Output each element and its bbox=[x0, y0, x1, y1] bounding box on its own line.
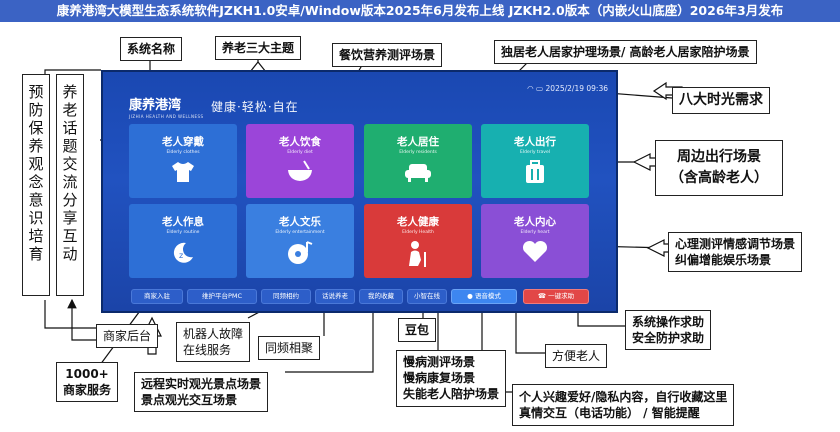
tile-elderly-heart[interactable]: 老人内心 Elderly heart bbox=[481, 204, 589, 278]
title-banner: 康养港湾大模型生态系统软件JZKH1.0安卓/Window版本2025年6月发布… bbox=[0, 0, 840, 22]
chat-topics-button[interactable]: 话说养老 bbox=[315, 289, 355, 304]
luggage-icon bbox=[526, 160, 544, 183]
callout-merchants: 1000+ 商家服务 bbox=[56, 362, 119, 403]
elder-person-icon bbox=[409, 241, 426, 267]
music-disc-icon bbox=[288, 241, 313, 264]
favorites-button[interactable]: 我的收藏 bbox=[359, 289, 403, 304]
callout-residence: 独居老人居家护理场景/ 高龄老人居家陪护场景 bbox=[494, 40, 757, 65]
shirt-icon bbox=[172, 162, 194, 182]
sos-button[interactable]: ☎ 一键求助 bbox=[523, 289, 589, 304]
callout-system-name: 系统名称 bbox=[120, 37, 183, 62]
tile-elderly-routine[interactable]: 老人作息 Elderly routine z bbox=[129, 204, 237, 278]
robot-maintenance-button[interactable]: 维护平台PMC bbox=[187, 289, 257, 304]
phone-icon: ☎ bbox=[537, 292, 549, 300]
callout-sos: 系统操作求助 安全防护求助 bbox=[625, 310, 712, 351]
callout-eight-hours: 八大时光需求 bbox=[672, 87, 770, 114]
callout-travel: 周边出行场景 （含高龄老人） bbox=[655, 140, 783, 196]
app-logo: 康养港湾 JIZHIA HEALTH AND WELLNESS bbox=[129, 98, 204, 119]
tile-elderly-health[interactable]: 老人健康 Elderly Health bbox=[364, 204, 472, 278]
tile-elderly-clothes[interactable]: 老人穿戴 Elderly clothes bbox=[129, 124, 237, 198]
tile-elderly-residence[interactable]: 老人居住 Elderly residents bbox=[364, 124, 472, 198]
microphone-icon: ● bbox=[467, 292, 475, 300]
svg-text:z: z bbox=[179, 251, 183, 260]
callout-health: 慢病测评场景 慢病康复场景 失能老人陪护场景 bbox=[396, 350, 507, 407]
tile-elderly-diet[interactable]: 老人饮食 Elderly diet bbox=[246, 124, 354, 198]
xiaobao-online-button[interactable]: 小智在线 bbox=[407, 289, 447, 304]
callout-prevention-vertical: 预防保养观念意识培育 bbox=[22, 74, 50, 296]
tile-elderly-entertainment[interactable]: 老人文乐 Elderly entertainment bbox=[246, 204, 354, 278]
callout-personal: 个人兴趣爱好/隐私内容，自行收藏这里 真情交互（电话功能） / 智能提醒 bbox=[512, 384, 735, 427]
app-slogan: 健康·轻松·自在 bbox=[211, 100, 299, 114]
callout-three-themes: 养老三大主题 bbox=[215, 36, 302, 61]
callout-topics-vertical: 养老话题交流分享互动 bbox=[56, 74, 84, 296]
sofa-icon bbox=[405, 164, 431, 182]
heart-icon bbox=[522, 240, 548, 262]
callout-same-frequency: 同频相聚 bbox=[258, 336, 321, 361]
voice-mode-button[interactable]: ● 语音模式 bbox=[451, 289, 517, 304]
status-datetime: 2025/2/19 09:36 bbox=[545, 84, 608, 93]
callout-doubao: 豆包 bbox=[398, 318, 437, 343]
merchant-join-button[interactable]: 商家入驻 bbox=[131, 289, 183, 304]
bowl-icon bbox=[288, 160, 312, 181]
callout-diet: 餐饮营养测评场景 bbox=[332, 43, 443, 68]
tile-elderly-travel[interactable]: 老人出行 Elderly travel bbox=[481, 124, 589, 198]
callout-psych: 心理测评情感调节场景 纠偏增能娱乐场景 bbox=[668, 232, 803, 273]
callout-remote: 远程实时观光景点场景 景点观光交互场景 bbox=[134, 372, 269, 413]
wifi-icon: ◠ bbox=[527, 84, 534, 93]
bottom-bar: 商家入驻 维护平台PMC 同频相约 话说养老 我的收藏 小智在线 ● 语音模式 … bbox=[123, 287, 603, 306]
status-bar: ◠ ▭ 2025/2/19 09:36 bbox=[527, 84, 608, 93]
callout-robot: 机器人故障 在线服务 bbox=[176, 322, 251, 363]
callout-merchant-back: 商家后台 bbox=[96, 324, 159, 349]
moon-clock-icon: z bbox=[173, 242, 193, 263]
callout-convenience: 方便老人 bbox=[545, 344, 608, 369]
same-frequency-button[interactable]: 同频相约 bbox=[261, 289, 311, 304]
battery-icon: ▭ bbox=[536, 84, 544, 93]
app-screen: 康养港湾 JIZHIA HEALTH AND WELLNESS 健康·轻松·自在… bbox=[101, 70, 618, 313]
